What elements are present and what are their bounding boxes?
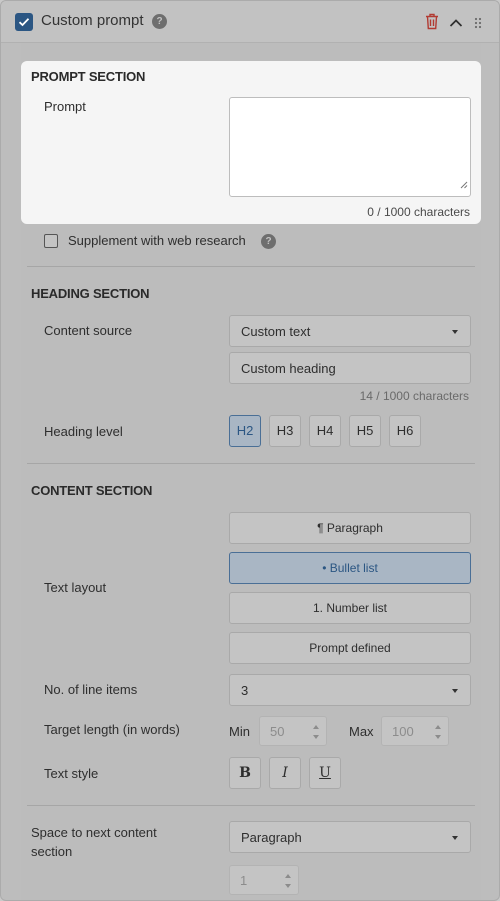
text-layout-label: Text layout	[44, 580, 107, 595]
prompt-char-count: 0 / 1000 characters	[367, 205, 470, 219]
decrement-icon[interactable]	[313, 735, 319, 739]
spacing-count-input[interactable]: 1	[229, 865, 299, 895]
block-header: Custom prompt ?	[1, 1, 499, 43]
bold-button[interactable]: B	[229, 757, 261, 789]
divider	[27, 463, 475, 464]
text-style-label: Text style	[44, 766, 99, 781]
chevron-up-icon[interactable]	[449, 15, 463, 33]
min-label: Min	[229, 724, 250, 739]
heading-level-h6-button[interactable]: H6	[389, 415, 421, 447]
spacing-value: Paragraph	[241, 830, 302, 845]
line-items-value: 3	[241, 683, 249, 698]
heading-level-h4-button[interactable]: H4	[309, 415, 341, 447]
spacing-count-value: 1	[240, 873, 248, 888]
web-research-label: Supplement with web research	[68, 233, 246, 248]
max-words-input[interactable]: 100	[381, 716, 449, 746]
enable-checkbox-checked-icon[interactable]	[15, 13, 33, 31]
min-words-input[interactable]: 50	[259, 716, 327, 746]
content-source-select[interactable]: Custom text	[229, 315, 471, 347]
layout-number-list-button[interactable]: 1. Number list	[229, 592, 471, 624]
divider	[27, 805, 475, 806]
max-words-value: 100	[392, 724, 414, 739]
underline-button[interactable]: U	[309, 757, 341, 789]
chevron-down-icon	[452, 836, 458, 840]
resize-handle-icon[interactable]	[460, 176, 468, 194]
prompt-textarea[interactable]	[229, 97, 471, 197]
web-research-help-icon[interactable]: ?	[261, 234, 276, 249]
help-icon[interactable]: ?	[152, 14, 167, 29]
heading-level-h2-button[interactable]: H2	[229, 415, 261, 447]
layout-prompt-defined-button[interactable]: Prompt defined	[229, 632, 471, 664]
heading-section-title: HEADING SECTION	[31, 286, 150, 301]
italic-button[interactable]: I	[269, 757, 301, 789]
content-section-title: CONTENT SECTION	[31, 483, 153, 498]
target-length-label: Target length (in words)	[44, 722, 180, 737]
drag-handle-icon[interactable]	[474, 16, 482, 34]
block-title: Custom prompt	[41, 12, 144, 29]
line-items-label: No. of line items	[44, 682, 138, 697]
prompt-label: Prompt	[44, 99, 86, 114]
heading-level-label: Heading level	[44, 424, 123, 439]
custom-prompt-block: Custom prompt ? Supplement with web rese…	[0, 0, 500, 901]
trash-icon[interactable]	[425, 13, 439, 35]
increment-icon[interactable]	[435, 725, 441, 729]
decrement-icon[interactable]	[285, 884, 291, 888]
min-words-value: 50	[270, 724, 285, 739]
increment-icon[interactable]	[285, 874, 291, 878]
divider	[27, 266, 475, 267]
custom-heading-value: Custom heading	[241, 361, 336, 376]
prompt-section-title: PROMPT SECTION	[31, 69, 146, 84]
web-research-checkbox[interactable]	[44, 234, 58, 248]
heading-level-h5-button[interactable]: H5	[349, 415, 381, 447]
custom-heading-input[interactable]: Custom heading	[229, 352, 471, 384]
content-source-label: Content source	[44, 323, 133, 338]
increment-icon[interactable]	[313, 725, 319, 729]
chevron-down-icon	[452, 330, 458, 334]
heading-level-h3-button[interactable]: H3	[269, 415, 301, 447]
spacing-select[interactable]: Paragraph	[229, 821, 471, 853]
prompt-section: PROMPT SECTION Prompt 0 / 1000 character…	[21, 61, 481, 224]
layout-bullet-list-button[interactable]: • Bullet list	[229, 552, 471, 584]
heading-char-count: 14 / 1000 characters	[359, 389, 469, 403]
content-source-value: Custom text	[241, 324, 311, 339]
spacing-label: Space to next content section	[31, 825, 157, 859]
layout-paragraph-button[interactable]: ¶ Paragraph	[229, 512, 471, 544]
chevron-down-icon	[452, 689, 458, 693]
decrement-icon[interactable]	[435, 735, 441, 739]
max-label: Max	[349, 724, 374, 739]
line-items-select[interactable]: 3	[229, 674, 471, 706]
